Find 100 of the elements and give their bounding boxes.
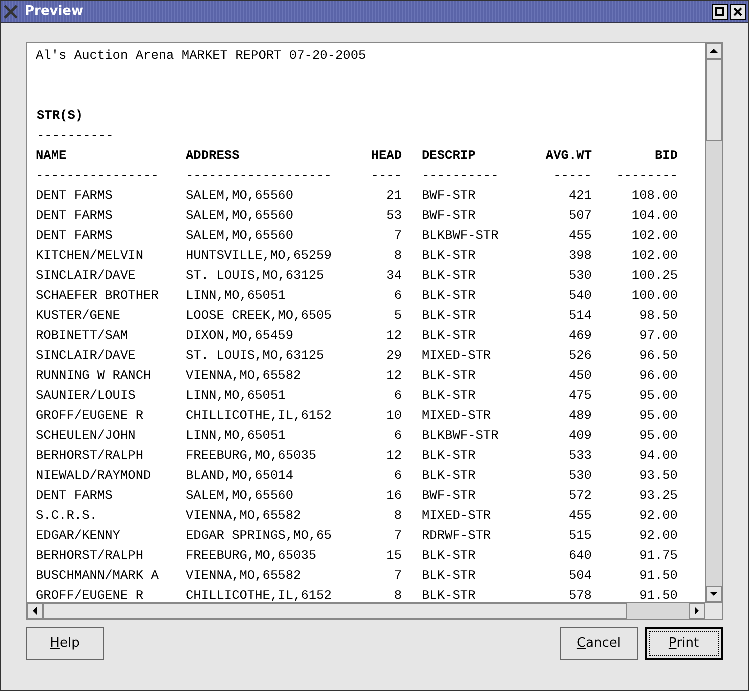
head-cell-text: 15 bbox=[386, 547, 402, 565]
address-cell-text: LOOSE CREEK,MO,6505 bbox=[186, 307, 333, 325]
head-cell-text: 8 bbox=[393, 587, 402, 602]
name-cell-text: DENT FARMS bbox=[36, 207, 114, 225]
maximize-button[interactable] bbox=[712, 4, 728, 20]
close-button[interactable] bbox=[730, 4, 746, 20]
name-cell-text: SCHEULEN/JOHN bbox=[36, 427, 137, 445]
head-cell-text: 53 bbox=[386, 207, 402, 225]
scroll-right-icon[interactable] bbox=[689, 603, 705, 619]
weight-cell-text: 421 bbox=[568, 187, 592, 205]
head-cell-text: 12 bbox=[386, 327, 402, 345]
head-cell-text: 6 bbox=[393, 387, 402, 405]
weight-cell-text: 530 bbox=[568, 467, 592, 485]
scroll-up-icon[interactable] bbox=[706, 43, 722, 59]
maximize-icon bbox=[715, 6, 725, 16]
bid-cell-text: 104.00 bbox=[630, 207, 678, 225]
name-cell-text: KITCHEN/MELVIN bbox=[36, 247, 145, 265]
section-heading: STR(S) bbox=[36, 107, 84, 125]
column-heading: ADDRESS bbox=[186, 147, 241, 165]
description-cell-text: BLK-STR bbox=[422, 467, 477, 485]
head-cell-text: 7 bbox=[393, 527, 402, 545]
description-cell-text: BLKBWF-STR bbox=[422, 227, 500, 245]
weight-cell-text: 450 bbox=[568, 367, 592, 385]
name-cell-text: GROFF/EUGENE R bbox=[36, 407, 145, 425]
bid-cell-text: 108.00 bbox=[630, 187, 678, 205]
name-cell-text: NIEWALD/RAYMOND bbox=[36, 467, 152, 485]
name-cell-text: KUSTER/GENE bbox=[36, 307, 122, 325]
column-rule: ---------- bbox=[422, 167, 500, 185]
bid-cell-text: 95.00 bbox=[638, 407, 678, 425]
weight-cell-text: 489 bbox=[568, 407, 592, 425]
name-cell-text: DENT FARMS bbox=[36, 487, 114, 505]
address-cell-text: ST. LOUIS,MO,63125 bbox=[186, 347, 326, 365]
name-cell-text: SCHAEFER BROTHER bbox=[36, 287, 160, 305]
name-cell-text: SINCLAIR/DAVE bbox=[36, 347, 137, 365]
head-cell-text: 6 bbox=[393, 287, 402, 305]
report-title: Al's Auction Arena MARKET REPORT 07-20-2005 bbox=[36, 47, 368, 65]
name-cell-text: DENT FARMS bbox=[36, 187, 114, 205]
bid-cell-text: 96.50 bbox=[638, 347, 678, 365]
name-cell-text: BERHORST/RALPH bbox=[36, 447, 145, 465]
bid-cell-text: 97.00 bbox=[638, 327, 678, 345]
description-cell-text: MIXED-STR bbox=[422, 347, 492, 365]
address-cell-text: SALEM,MO,65560 bbox=[186, 207, 295, 225]
description-cell-text: BWF-STR bbox=[422, 207, 477, 225]
description-cell-text: BLK-STR bbox=[422, 447, 477, 465]
description-cell-text: BLK-STR bbox=[422, 307, 477, 325]
dialog-button[interactable]: Print bbox=[645, 627, 723, 660]
bid-cell-text: 98.50 bbox=[638, 307, 678, 325]
head-cell-text: 7 bbox=[393, 227, 402, 245]
description-cell-text: BLK-STR bbox=[422, 327, 477, 345]
scroll-left-icon[interactable] bbox=[27, 603, 43, 619]
bid-cell-text: 92.00 bbox=[638, 507, 678, 525]
head-cell-text: 16 bbox=[386, 487, 402, 505]
address-cell-text: DIXON,MO,65459 bbox=[186, 327, 295, 345]
address-cell-text: CHILLICOTHE,IL,6152 bbox=[186, 587, 333, 602]
bid-cell-text: 100.25 bbox=[630, 267, 678, 285]
head-cell-text: 5 bbox=[393, 307, 402, 325]
description-cell-text: BLK-STR bbox=[422, 387, 477, 405]
section-rule: ---------- bbox=[36, 127, 115, 145]
scroll-thumb[interactable] bbox=[706, 59, 722, 141]
vertical-scrollbar[interactable] bbox=[705, 43, 722, 602]
scrollbar-corner bbox=[705, 603, 722, 619]
weight-cell-text: 455 bbox=[568, 227, 592, 245]
dialog-button[interactable]: Cancel bbox=[560, 627, 638, 660]
bid-cell-text: 102.00 bbox=[630, 247, 678, 265]
weight-cell-text: 507 bbox=[568, 207, 592, 225]
address-cell-text: VIENNA,MO,65582 bbox=[186, 567, 302, 585]
bid-cell-text: 96.00 bbox=[638, 367, 678, 385]
weight-cell-text: 530 bbox=[568, 267, 592, 285]
address-cell-text: LINN,MO,65051 bbox=[186, 287, 287, 305]
column-rule: ---------------- bbox=[36, 167, 160, 185]
description-cell-text: BLKBWF-STR bbox=[422, 427, 500, 445]
column-rule: ----- bbox=[552, 167, 592, 185]
weight-cell-text: 455 bbox=[568, 507, 592, 525]
address-cell-text: VIENNA,MO,65582 bbox=[186, 367, 302, 385]
weight-cell-text: 572 bbox=[568, 487, 592, 505]
bid-cell-text: 100.00 bbox=[630, 287, 678, 305]
column-rule: ------------------- bbox=[186, 167, 333, 185]
x-logo-icon bbox=[3, 4, 19, 20]
address-cell-text: BLAND,MO,65014 bbox=[186, 467, 295, 485]
column-heading: HEAD bbox=[370, 147, 402, 165]
bid-cell-text: 93.50 bbox=[638, 467, 678, 485]
bid-cell-text: 94.00 bbox=[638, 447, 678, 465]
name-cell-text: DENT FARMS bbox=[36, 227, 114, 245]
weight-cell-text: 640 bbox=[568, 547, 592, 565]
head-cell-text: 21 bbox=[386, 187, 402, 205]
head-cell-text: 8 bbox=[393, 507, 402, 525]
name-cell-text: RUNNING W RANCH bbox=[36, 367, 152, 385]
head-cell-text: 7 bbox=[393, 567, 402, 585]
name-cell-text: BERHORST/RALPH bbox=[36, 547, 145, 565]
dialog-button[interactable]: Help bbox=[26, 627, 104, 660]
name-cell-text: GROFF/EUGENE R bbox=[36, 587, 145, 602]
weight-cell-text: 398 bbox=[568, 247, 592, 265]
description-cell-text: BLK-STR bbox=[422, 367, 477, 385]
description-cell-text: BWF-STR bbox=[422, 487, 477, 505]
bid-cell-text: 95.00 bbox=[638, 427, 678, 445]
scroll-down-icon[interactable] bbox=[706, 586, 722, 602]
description-cell-text: RDRWF-STR bbox=[422, 527, 492, 545]
bid-cell-text: 95.00 bbox=[638, 387, 678, 405]
close-icon bbox=[733, 6, 743, 16]
description-cell-text: BLK-STR bbox=[422, 567, 477, 585]
